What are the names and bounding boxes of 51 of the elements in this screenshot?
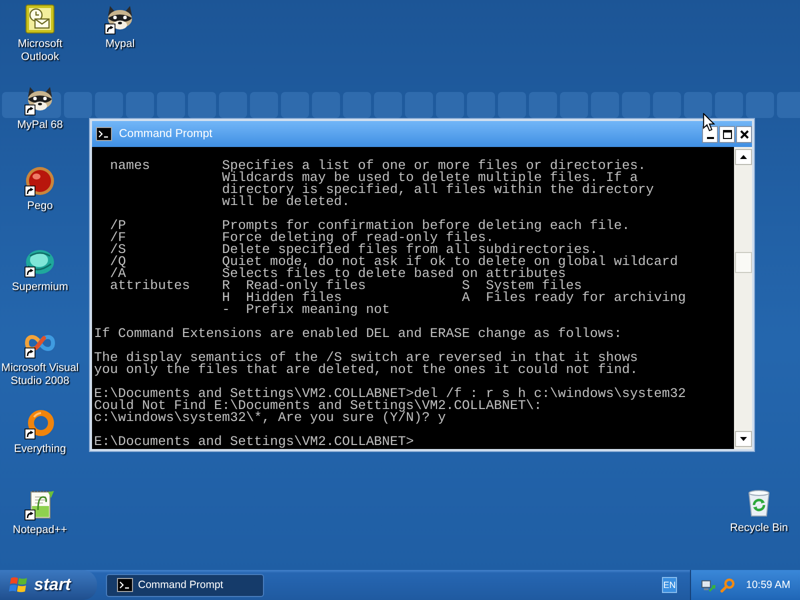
language-indicator[interactable]: EN: [662, 577, 677, 593]
switch-name: /A: [110, 269, 126, 281]
icon-label[interactable]: Microsoft Visual Studio 2008: [0, 362, 80, 388]
clock: 10:59 AM: [746, 579, 790, 591]
mouse-pointer-icon: [703, 113, 715, 132]
window-title: Command Prompt: [119, 128, 212, 140]
clock-envelope-icon[interactable]: [24, 3, 56, 35]
icon-label[interactable]: Mypal: [105, 38, 135, 51]
scroll-down-button[interactable]: [734, 431, 752, 447]
up-triangle-icon: [740, 155, 746, 159]
close-button[interactable]: [736, 126, 752, 142]
icon-label[interactable]: MyPal 68: [17, 119, 63, 132]
maximize-icon: [722, 130, 732, 138]
switch-name: /Q: [110, 257, 127, 269]
attribute-code: A: [462, 293, 471, 305]
icon-label[interactable]: Pego: [27, 200, 53, 213]
ring-icon[interactable]: [24, 408, 56, 440]
notepad-icon[interactable]: [24, 489, 56, 521]
taskbar-button[interactable]: Command Prompt: [106, 574, 264, 596]
icon-label[interactable]: Microsoft Outlook: [0, 38, 80, 64]
attribute-code: S: [462, 281, 471, 293]
console-text: The display semantics of the /S switch are reversed in that it shows you only the files that are deleted, not the ones it could not find.: [94, 353, 638, 377]
attribute-meaning: Prefix meaning not: [246, 305, 390, 317]
icon-label[interactable]: Recycle Bin: [730, 522, 788, 535]
console-text: If Command Extensions are enabled DEL and ERASE change as follows:: [94, 329, 622, 341]
switch-name: names: [110, 161, 151, 176]
monitor-arrow-icon[interactable]: [701, 578, 716, 592]
attribute-meaning: Files ready for archiving: [486, 293, 686, 305]
maximize-button[interactable]: [719, 126, 735, 142]
terminal-icon: [96, 127, 112, 141]
close-icon: [740, 130, 748, 138]
icon-label[interactable]: Notepad++: [12, 524, 68, 537]
scrollbar-thumb[interactable]: [734, 252, 752, 273]
icon-label[interactable]: Everything: [14, 443, 66, 456]
console-line: c:\windows\system32\*, Are you sure (Y/N)? y: [94, 413, 446, 425]
console-line: E:\Documents and Settings\VM2.COLLABNET>: [94, 437, 414, 449]
switch-description: Specifies a list of one or more files or directories. Wildcards may be used to delete multiple files. If a directory is specified, all files within the directory will be deleted.: [222, 161, 654, 209]
attribute-code: R: [222, 281, 231, 293]
scrollbar[interactable]: [734, 147, 752, 449]
attribute-code: H: [222, 293, 231, 305]
switch-name: attributes: [110, 281, 191, 296]
ball-icon[interactable]: [24, 165, 56, 197]
attribute-code: -: [222, 305, 231, 317]
start-button[interactable]: start: [0, 570, 97, 600]
minimize-icon: [706, 136, 714, 138]
attribute-meaning: System files: [486, 281, 582, 293]
flag-icon: [9, 576, 29, 594]
down-triangle-icon: [740, 437, 746, 441]
scroll-up-button[interactable]: [734, 149, 752, 165]
icon-label[interactable]: Supermium: [12, 281, 68, 294]
terminal-icon: [117, 578, 133, 592]
